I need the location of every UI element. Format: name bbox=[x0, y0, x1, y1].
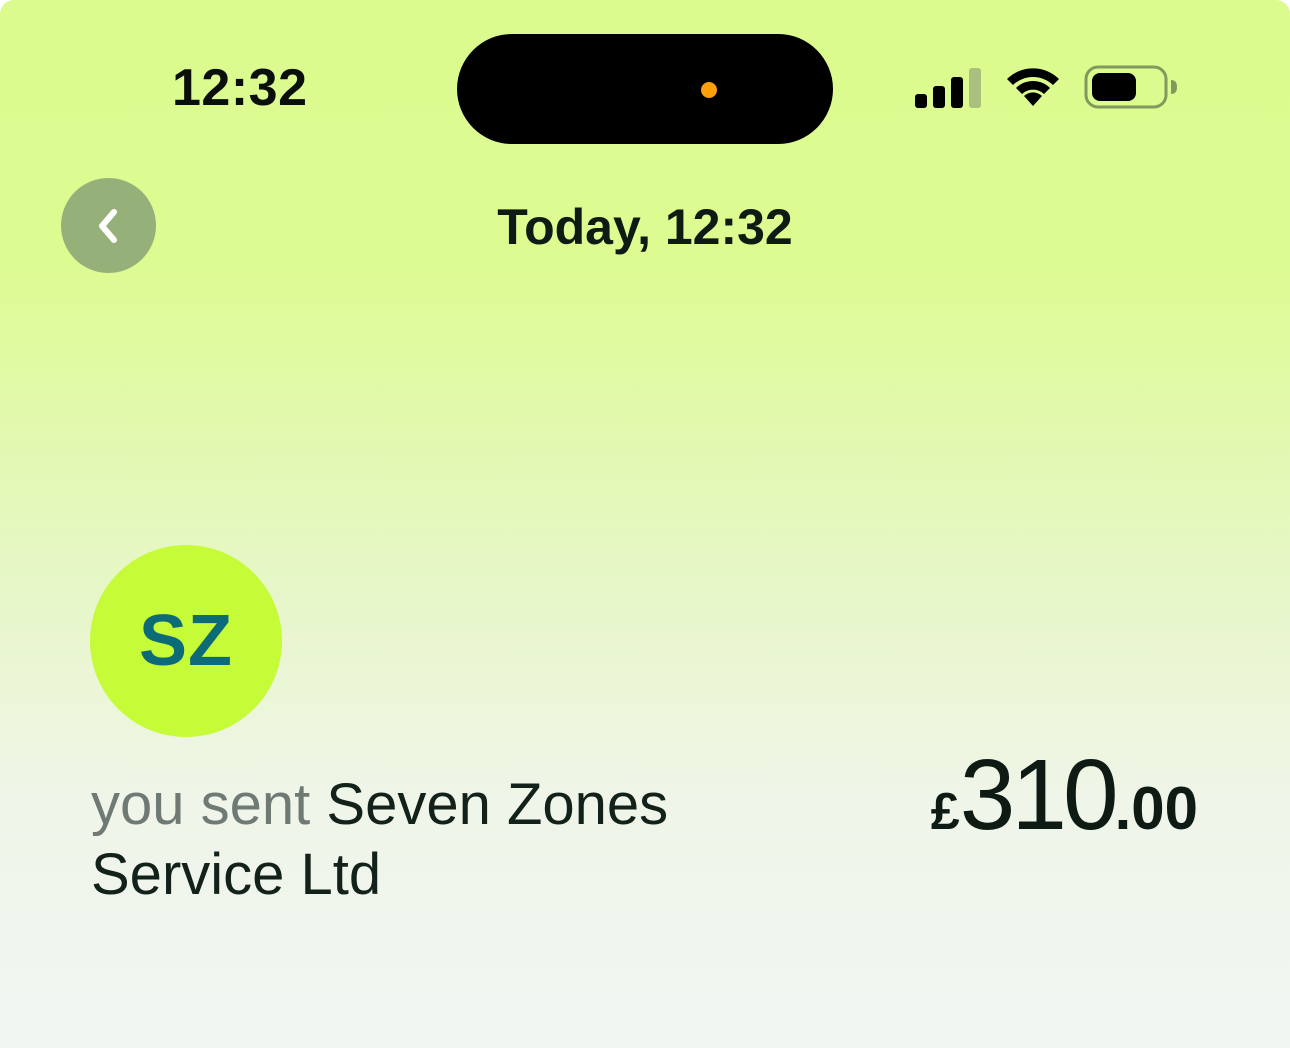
dynamic-island bbox=[457, 34, 833, 144]
transaction-prefix: you sent bbox=[91, 772, 311, 837]
amount-minor: .00 bbox=[1114, 775, 1198, 842]
transaction-description: you sent Seven Zones Service Ltd bbox=[91, 770, 781, 910]
transaction-amount: £310.00 bbox=[931, 738, 1198, 853]
battery-icon bbox=[1084, 65, 1177, 109]
avatar-initials: SZ bbox=[138, 601, 233, 681]
recipient-avatar: SZ bbox=[90, 545, 282, 737]
page-title: Today, 12:32 bbox=[497, 199, 793, 255]
wifi-icon bbox=[1007, 68, 1059, 106]
transaction-detail-screen: 12:32 Today, 12:32 SZ you sent Seven Zon… bbox=[0, 0, 1290, 1048]
status-bar-time: 12:32 bbox=[172, 59, 308, 117]
privacy-indicator-dot bbox=[701, 82, 717, 98]
amount-major: 310 bbox=[959, 739, 1119, 851]
signal-icon bbox=[915, 68, 981, 108]
amount-currency: £ bbox=[930, 783, 960, 841]
